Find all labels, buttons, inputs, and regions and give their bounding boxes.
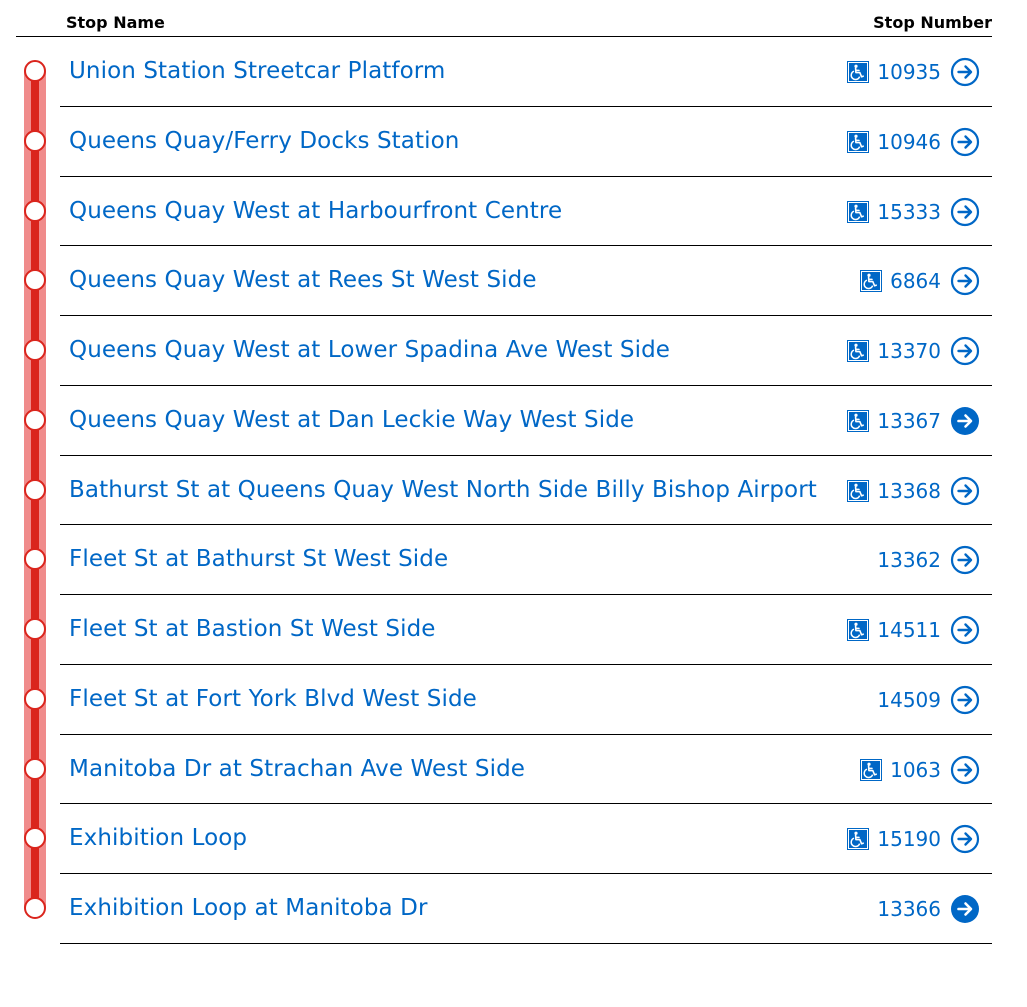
stop-row: Union Station Streetcar Platform 10935 [0,37,1027,107]
arrow-circle-right-icon[interactable] [950,266,980,296]
stop-row: Bathurst St at Queens Quay West North Si… [0,456,1027,526]
wheelchair-accessible-icon [847,828,870,851]
stop-number-group: 15190 [847,824,980,854]
arrow-circle-right-icon[interactable] [950,615,980,645]
stop-name-link[interactable]: Bathurst St at Queens Quay West North Si… [69,477,817,503]
stop-number: 13368 [877,478,941,503]
wheelchair-accessible-icon [847,200,870,223]
stop-dot [24,548,46,571]
stop-number: 15333 [877,199,941,224]
arrow-circle-right-icon[interactable] [950,685,980,715]
stop-dot [24,897,46,920]
stop-dot [24,60,46,82]
stop-number-group: 13370 [847,336,980,366]
arrow-circle-right-icon[interactable] [950,476,980,506]
stop-name-link[interactable]: Manitoba Dr at Strachan Ave West Side [69,756,525,782]
stop-number: 10946 [877,129,941,154]
arrow-circle-right-icon[interactable] [950,336,980,366]
stop-number-group: 14509 [847,685,980,715]
stop-row: Queens Quay West at Rees St West Side 68… [0,246,1027,317]
arrow-circle-right-icon[interactable] [950,755,980,785]
stop-number: 10935 [877,60,941,84]
stop-name-column-header: Stop Name [66,13,165,32]
arrow-circle-right-icon[interactable] [950,197,980,227]
wheelchair-accessible-icon [860,758,883,781]
wheelchair-accessible-icon [847,409,870,432]
stop-dot [24,408,46,431]
stop-name-link[interactable]: Queens Quay West at Lower Spadina Ave We… [69,337,670,363]
stop-row: Fleet St at Bathurst St West Side 13362 [0,525,1027,596]
row-divider [60,942,992,944]
stop-number: 13362 [877,548,941,573]
stop-number: 6864 [890,269,941,294]
arrow-circle-right-icon[interactable] [950,545,980,575]
stop-name-link[interactable]: Exhibition Loop [69,825,247,851]
stop-number: 13367 [877,408,941,433]
stop-list: Union Station Streetcar Platform 10935 Q… [0,37,1027,944]
stop-number: 14509 [877,687,941,712]
stop-dot [24,757,46,780]
stop-number-column-header: Stop Number [873,13,992,32]
stop-row: Exhibition Loop 15190 [0,804,1027,875]
stop-row: Fleet St at Bastion St West Side 14511 [0,595,1027,665]
stop-number-group: 13362 [847,545,980,575]
stop-dot [24,687,46,710]
arrow-circle-right-icon[interactable] [950,824,980,854]
stop-number-group: 13368 [847,476,980,506]
stop-dot [24,827,46,850]
arrow-circle-right-icon[interactable] [950,406,980,436]
stop-number-group: 14511 [847,615,980,645]
stop-dot [24,618,46,641]
stop-dot [24,478,46,501]
stop-name-link[interactable]: Queens Quay West at Dan Leckie Way West … [69,407,634,433]
stop-number-group: 10946 [847,127,980,157]
stop-row: Exhibition Loop at Manitoba Dr 13366 [0,874,1027,944]
stop-dot [24,199,46,222]
stop-number: 14511 [877,618,941,643]
stop-number-group: 1063 [860,755,980,785]
stop-dot [24,129,46,152]
stop-number: 13366 [877,897,941,922]
wheelchair-accessible-icon [847,130,870,153]
stop-name-link[interactable]: Union Station Streetcar Platform [69,58,445,84]
wheelchair-accessible-icon [847,619,870,642]
wheelchair-accessible-icon [847,61,870,83]
stop-row: Queens Quay West at Dan Leckie Way West … [0,386,1027,456]
stop-row: Queens Quay/Ferry Docks Station 10946 [0,107,1027,177]
stop-name-link[interactable]: Fleet St at Bastion St West Side [69,616,436,642]
stop-number: 13370 [877,339,941,364]
wheelchair-accessible-icon [847,479,870,502]
stop-dot [24,339,46,362]
arrow-circle-right-icon[interactable] [950,57,980,87]
stop-name-link[interactable]: Fleet St at Bathurst St West Side [69,546,448,572]
stop-number-group: 6864 [860,266,980,296]
stop-name-link[interactable]: Exhibition Loop at Manitoba Dr [69,895,428,921]
stop-number: 15190 [877,827,941,852]
stop-name-link[interactable]: Fleet St at Fort York Blvd West Side [69,686,477,712]
stop-row: Fleet St at Fort York Blvd West Side 145… [0,665,1027,735]
stop-list-header: Stop Name Stop Number [16,0,992,37]
stop-number-group: 13367 [847,406,980,436]
stop-row: Queens Quay West at Lower Spadina Ave We… [0,316,1027,386]
arrow-circle-right-icon[interactable] [950,894,980,924]
wheelchair-accessible-icon [860,270,883,293]
stop-name-link[interactable]: Queens Quay/Ferry Docks Station [69,128,459,154]
stop-number-group: 10935 [847,57,980,87]
stop-number: 1063 [890,757,941,782]
stop-row: Queens Quay West at Harbourfront Centre … [0,177,1027,247]
arrow-circle-right-icon[interactable] [950,127,980,157]
stop-name-link[interactable]: Queens Quay West at Harbourfront Centre [69,198,562,224]
wheelchair-accessible-icon [847,340,870,363]
stop-number-group: 15333 [847,197,980,227]
stop-row: Manitoba Dr at Strachan Ave West Side 10… [0,735,1027,805]
stop-dot [24,269,46,292]
stop-number-group: 13366 [847,894,980,924]
stop-name-link[interactable]: Queens Quay West at Rees St West Side [69,267,537,293]
